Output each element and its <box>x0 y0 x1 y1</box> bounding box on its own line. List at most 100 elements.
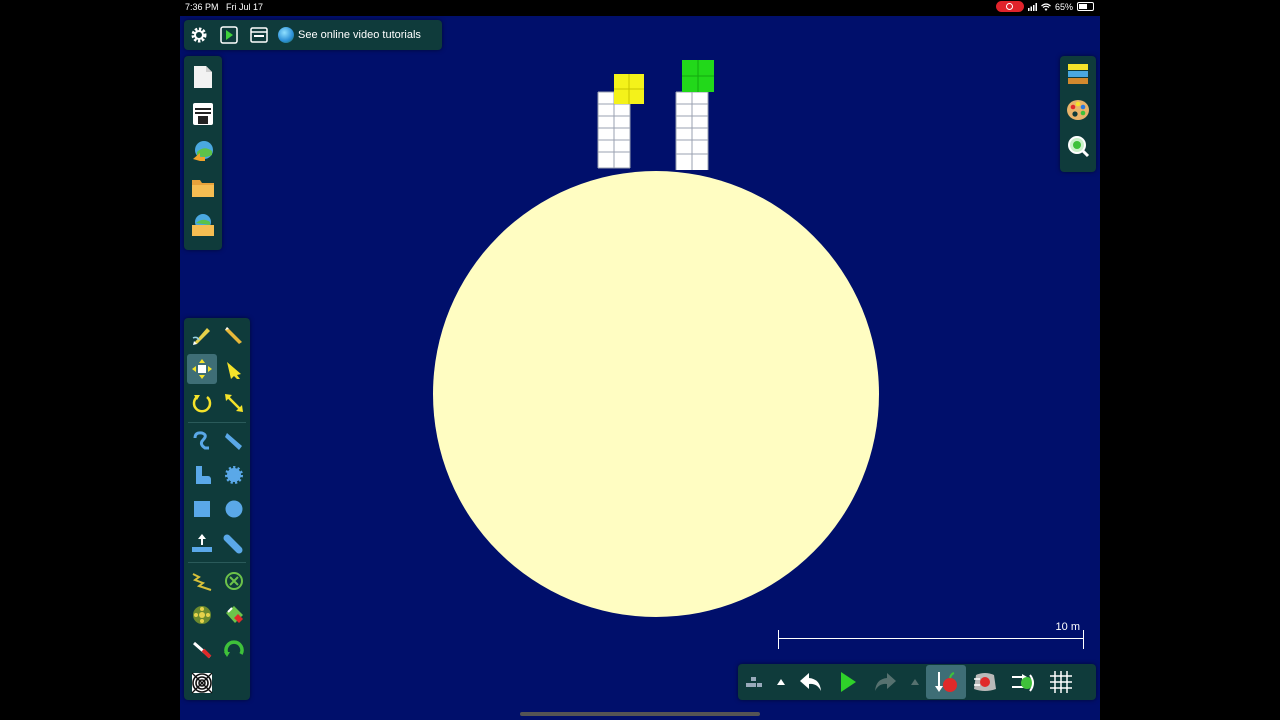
scale-bar-tick-left <box>778 630 779 649</box>
cut-tool-icon <box>225 327 242 344</box>
right-panel <box>1060 56 1096 172</box>
brush-tool-button[interactable] <box>219 426 249 456</box>
chain-tool-icon <box>223 534 243 554</box>
plane-tool-icon <box>192 534 212 552</box>
redo-expand-button[interactable] <box>904 665 926 699</box>
status-date: Fri Jul 17 <box>226 2 264 12</box>
grid-menu-icon <box>746 677 762 687</box>
fixate-tool-button[interactable] <box>219 566 249 596</box>
up-arrow-icon <box>911 679 919 685</box>
spring-tool-button[interactable] <box>187 566 217 596</box>
settings-button[interactable] <box>184 20 214 50</box>
undo-icon <box>800 673 821 691</box>
rope-tool-button[interactable] <box>187 426 217 456</box>
grid-icon <box>1050 671 1072 693</box>
screen-recording-icon <box>995 1 1024 12</box>
right-box-stack[interactable] <box>675 60 714 170</box>
drag-tool-button[interactable] <box>219 354 249 384</box>
plane-tool-button[interactable] <box>187 528 217 558</box>
play-icon <box>841 672 856 692</box>
video-tutorials-label: See online video tutorials <box>298 29 421 41</box>
circle-tool-button[interactable] <box>219 494 249 524</box>
gravity-button[interactable] <box>926 665 966 699</box>
redo-button[interactable] <box>866 665 904 699</box>
move-tool-button[interactable] <box>187 354 217 384</box>
rotate-tool-button[interactable] <box>187 388 217 418</box>
air-friction-button[interactable] <box>966 665 1004 699</box>
grid-button[interactable] <box>1042 665 1080 699</box>
history-expand-button[interactable] <box>770 665 792 699</box>
palette-icon <box>1067 100 1089 120</box>
scene-canvas[interactable]: See online video tutorials 10 m <box>180 16 1100 720</box>
scale-bar: 10 m <box>778 621 1084 650</box>
gear-icon <box>191 27 207 43</box>
grid-menu-button[interactable] <box>738 665 770 699</box>
sketch-tool-button[interactable] <box>187 320 217 350</box>
open-folder-button[interactable] <box>186 171 220 205</box>
spring-tool-icon <box>192 573 212 591</box>
rotate-tool-icon <box>192 395 212 413</box>
home-indicator[interactable] <box>520 712 760 716</box>
new-scene-button[interactable] <box>186 60 220 94</box>
green-box[interactable] <box>682 60 714 92</box>
laser-tool-button[interactable] <box>187 634 217 664</box>
brush-tool-icon <box>225 433 242 450</box>
polygon-tool-button[interactable] <box>187 460 217 490</box>
play-scene-button[interactable] <box>214 20 244 50</box>
sketch-tool-icon <box>192 328 210 345</box>
box-tool-button[interactable] <box>187 494 217 524</box>
controllers-button[interactable] <box>1004 665 1042 699</box>
hinge-tool-icon <box>193 606 211 624</box>
planet-circle[interactable] <box>433 171 879 617</box>
file-panel <box>184 56 222 250</box>
yellow-box[interactable] <box>614 74 644 104</box>
bottom-toolbar <box>738 664 1096 700</box>
video-tutorials-link[interactable]: See online video tutorials <box>278 27 421 43</box>
status-time: 7:36 PM <box>185 2 219 12</box>
cut-tool-button[interactable] <box>219 320 249 350</box>
window-button[interactable] <box>244 20 274 50</box>
browse-online-icon <box>193 141 213 161</box>
palette-button[interactable] <box>1061 92 1095 128</box>
background-layers-button[interactable] <box>1061 56 1095 92</box>
play-button[interactable] <box>830 665 866 699</box>
texture-tool-button[interactable] <box>187 668 217 698</box>
open-shared-folder-button[interactable] <box>186 208 220 242</box>
tool-separator <box>188 562 246 563</box>
gravity-icon <box>935 672 957 692</box>
move-tool-icon <box>192 359 212 379</box>
tool-separator <box>188 422 246 423</box>
new-scene-icon <box>194 66 212 88</box>
battery-percent: 65% <box>1054 1 1073 12</box>
polygon-tool-icon <box>196 466 211 484</box>
status-indicators: 65% <box>995 1 1094 12</box>
save-scene-button[interactable] <box>186 97 220 131</box>
gear-shape-button[interactable] <box>219 460 249 490</box>
redo-icon <box>875 673 896 691</box>
undo-button[interactable] <box>792 665 830 699</box>
scale-tool-button[interactable] <box>219 388 249 418</box>
scale-bar-line <box>778 638 1084 639</box>
background-layers-icon <box>1068 64 1088 84</box>
top-toolbar: See online video tutorials <box>184 20 442 50</box>
play-scene-icon <box>220 26 238 44</box>
scale-bar-tick-right <box>1083 630 1084 649</box>
open-shared-folder-icon <box>192 214 214 236</box>
window-icon <box>250 27 268 43</box>
thruster-tool-button[interactable] <box>219 600 249 630</box>
box-tool-icon <box>194 501 210 517</box>
zoom-icon <box>1068 136 1090 158</box>
rope-tool-icon <box>193 431 209 450</box>
hinge-tool-button[interactable] <box>187 600 217 630</box>
controllers-icon <box>1012 674 1034 692</box>
chain-tool-button[interactable] <box>219 528 249 558</box>
circle-tool-icon <box>225 500 243 518</box>
box-stacks[interactable] <box>594 60 714 172</box>
left-box-stack[interactable] <box>597 74 644 169</box>
zoom-button[interactable] <box>1061 128 1095 164</box>
status-bar: 7:36 PM Fri Jul 17 65% <box>180 0 1100 14</box>
globe-icon <box>278 27 294 43</box>
browse-online-button[interactable] <box>186 134 220 168</box>
wifi-icon <box>1041 2 1051 11</box>
tracer-tool-button[interactable] <box>219 634 249 664</box>
